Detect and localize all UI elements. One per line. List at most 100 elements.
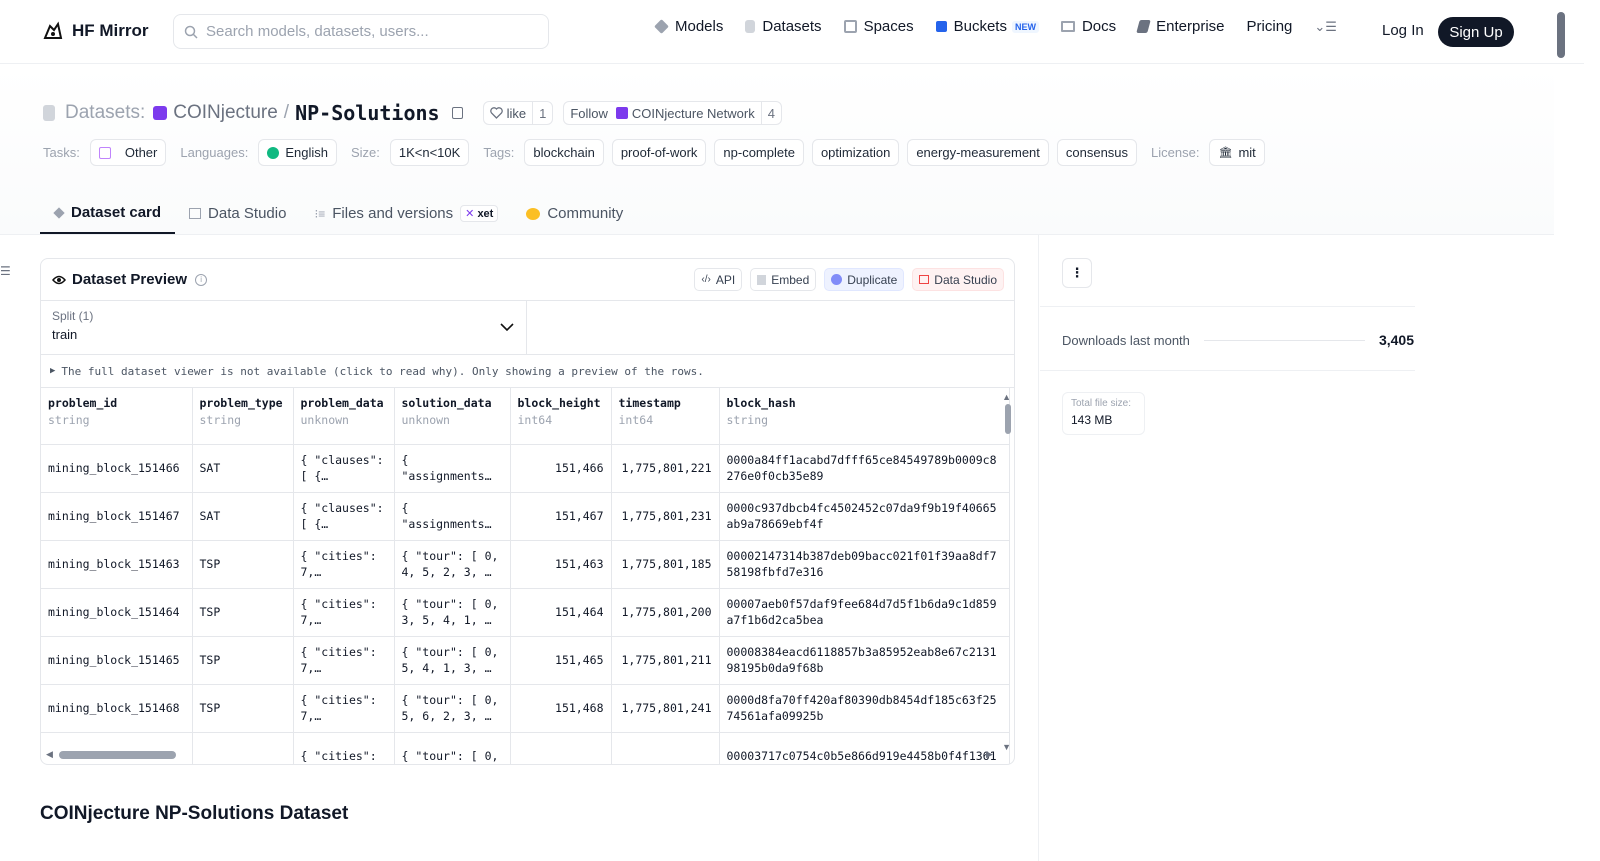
table-cell-block-hash[interactable]: 00002147314b387deb09bacc021f01f39aa8df7 … — [719, 540, 1010, 589]
table-cell-timestamp[interactable]: 1,775,801,241 — [611, 684, 720, 733]
like-button[interactable]: like 1 — [482, 101, 554, 125]
table-cell-solution-data[interactable]: { "tour": [ 0, 3, 5, 4, 1, … — [394, 588, 511, 637]
page-scrollbar[interactable] — [1554, 0, 1568, 861]
table-cell-problem-type[interactable]: TSP — [192, 636, 294, 685]
nav-buckets[interactable]: Buckets NEW — [935, 18, 1039, 35]
embed-button[interactable]: Embed — [750, 268, 817, 291]
tag-proof-of-work[interactable]: proof-of-work — [611, 139, 707, 166]
org-link[interactable]: COINjecture — [173, 102, 278, 124]
table-cell-problem-id[interactable]: mining_block_151467 — [41, 492, 193, 541]
column-header-problem-id[interactable]: problem_id string — [41, 388, 193, 445]
api-button[interactable]: ‹/› API — [694, 268, 743, 291]
table-cell-problem-type[interactable]: SAT — [192, 492, 294, 541]
table-cell-timestamp[interactable]: 1,775,801,211 — [611, 636, 720, 685]
data-studio-button[interactable]: Data Studio — [912, 268, 1004, 291]
table-cell-solution-data[interactable]: { "tour": [ 0, 4, 5, 2, 3, … — [394, 540, 511, 589]
search-input[interactable]: Search models, datasets, users... — [173, 14, 549, 49]
table-cell-problem-data[interactable]: { "cities": 7,… — [293, 540, 395, 589]
column-header-problem-data[interactable]: problem_data unknown — [293, 388, 395, 445]
duplicate-button[interactable]: Duplicate — [824, 268, 905, 291]
table-row[interactable]: mining_block_151465 TSP{ "cities": 7,…{ "… — [41, 636, 1010, 685]
table-cell-problem-id[interactable]: mining_block_151464 — [41, 588, 193, 637]
nav-models[interactable]: Models — [654, 18, 723, 35]
table-cell-timestamp[interactable]: 1,775,801,200 — [611, 588, 720, 637]
info-icon[interactable]: i — [195, 273, 208, 286]
split-select[interactable]: Split (1) train — [41, 301, 527, 354]
table-cell-block-hash[interactable]: 0000c937dbcb4fc4502452c07da9f9b19f40665 … — [719, 492, 1010, 541]
table-cell-problem-id[interactable]: mining_block_151466 — [41, 444, 193, 493]
table-cell-problem-id[interactable]: mining_block_151463 — [41, 540, 193, 589]
task-tag[interactable]: Other — [89, 139, 167, 166]
table-cell-block-height[interactable]: 151,468 — [510, 684, 612, 733]
table-row[interactable]: mining_block_151463 TSP{ "cities": 7,…{ "… — [41, 540, 1010, 589]
table-cell-block-hash[interactable]: 00008384eacd6118857b3a85952eab8e67c2131 … — [719, 636, 1010, 685]
tag-optimization[interactable]: optimization — [811, 139, 900, 166]
table-cell-block-height[interactable]: 151,465 — [510, 636, 612, 685]
column-header-problem-type[interactable]: problem_type string — [192, 388, 294, 445]
table-cell-problem-type[interactable]: TSP — [192, 684, 294, 733]
nav-more-menu[interactable]: ⌄☰ — [1314, 19, 1337, 35]
table-row[interactable]: mining_block_151464 TSP{ "cities": 7,…{ "… — [41, 588, 1010, 637]
table-cell-block-height[interactable]: 151,464 — [510, 588, 612, 637]
table-cell-block-height[interactable]: 151,463 — [510, 540, 612, 589]
column-header-timestamp[interactable]: timestamp int64 — [611, 388, 720, 445]
table-cell-problem-type[interactable]: SAT — [192, 444, 294, 493]
column-header-block-hash[interactable]: block_hash string — [719, 388, 1010, 445]
tag-consensus[interactable]: consensus — [1056, 139, 1138, 166]
follow-button[interactable]: Follow COINjecture Network 4 — [563, 101, 782, 125]
horizontal-scroll-thumb[interactable] — [59, 751, 176, 759]
table-cell-block-hash[interactable]: 0000d8fa70ff420af80390db8454df185c63f25 … — [719, 684, 1010, 733]
table-row[interactable]: mining_block_151468 TSP{ "cities": 7,…{ "… — [41, 684, 1010, 733]
table-cell-block-hash[interactable]: 0000a84ff1acabd7dfff65ce84549789b0009c8 … — [719, 444, 1010, 493]
signup-button[interactable]: Sign Up — [1438, 17, 1514, 47]
table-cell-block-hash[interactable]: 00007aeb0f57daf9fee684d7d5f1b6da9c1d859 … — [719, 588, 1010, 637]
column-header-solution-data[interactable]: solution_data unknown — [394, 388, 511, 445]
tab-data-studio[interactable]: Data Studio — [175, 193, 300, 234]
table-cell-solution-data[interactable]: { "tour": [ 0, 5, 4, 1, 3, … — [394, 636, 511, 685]
tag-np-complete[interactable]: np-complete — [714, 139, 804, 166]
copy-icon[interactable] — [451, 107, 463, 119]
nav-enterprise[interactable]: Enterprise — [1136, 18, 1225, 35]
table-cell-block-height[interactable]: 151,467 — [510, 492, 612, 541]
table-cell-problem-data[interactable]: { "clauses": [ {… — [293, 444, 395, 493]
nav-spaces[interactable]: Spaces — [843, 18, 914, 35]
language-tag[interactable]: English — [258, 139, 337, 166]
table-cell-problem-data[interactable]: { "cities": 7,… — [293, 636, 395, 685]
tab-community[interactable]: Community — [512, 193, 637, 234]
tab-files[interactable]: ⁝≡ Files and versions ✕ xet — [300, 193, 512, 234]
table-cell-timestamp[interactable]: 1,775,801,221 — [611, 444, 720, 493]
table-cell-solution-data[interactable]: { "tour": [ 0, 5, 6, 2, 3, … — [394, 684, 511, 733]
table-cell-solution-data[interactable]: { "assignments… — [394, 492, 511, 541]
tag-blockchain[interactable]: blockchain — [524, 139, 604, 166]
size-tag[interactable]: 1K<n<10K — [389, 139, 470, 166]
dataset-name[interactable]: NP-Solutions — [295, 101, 440, 125]
nav-pricing[interactable]: Pricing — [1247, 18, 1293, 35]
nav-datasets[interactable]: Datasets — [745, 18, 822, 35]
table-cell-problem-id[interactable]: mining_block_151465 — [41, 636, 193, 685]
login-link[interactable]: Log In — [1382, 22, 1424, 39]
table-cell-problem-id[interactable]: mining_block_151468 — [41, 684, 193, 733]
table-horizontal-scrollbar[interactable]: ◀ ▶ — [41, 746, 1001, 764]
table-vertical-scrollbar[interactable]: ▲ ▼ — [1002, 392, 1012, 752]
table-cell-problem-data[interactable]: { "clauses": [ {… — [293, 492, 395, 541]
tab-dataset-card[interactable]: Dataset card — [40, 193, 176, 234]
license-tag[interactable]: 🏛 mit — [1209, 139, 1265, 166]
more-options-button[interactable]: ⋮ — [1062, 258, 1092, 288]
toc-toggle-icon[interactable]: ☰ — [0, 264, 11, 278]
table-row[interactable]: mining_block_151466 SAT{ "clauses": [ {…{… — [41, 444, 1010, 493]
table-cell-timestamp[interactable]: 1,775,801,185 — [611, 540, 720, 589]
tag-energy-measurement[interactable]: energy-measurement — [907, 139, 1049, 166]
table-cell-timestamp[interactable]: 1,775,801,231 — [611, 492, 720, 541]
table-row[interactable]: mining_block_151467 SAT{ "clauses": [ {…{… — [41, 492, 1010, 541]
table-cell-block-height[interactable]: 151,466 — [510, 444, 612, 493]
table-cell-problem-data[interactable]: { "cities": 7,… — [293, 588, 395, 637]
table-cell-problem-type[interactable]: TSP — [192, 540, 294, 589]
brand-logo[interactable]: HF Mirror — [42, 20, 149, 42]
viewer-notice[interactable]: ▶ The full dataset viewer is not availab… — [41, 355, 1014, 388]
table-cell-problem-type[interactable]: TSP — [192, 588, 294, 637]
vertical-scroll-thumb[interactable] — [1005, 404, 1011, 434]
nav-docs[interactable]: Docs — [1060, 18, 1116, 35]
table-cell-problem-data[interactable]: { "cities": 7,… — [293, 684, 395, 733]
table-cell-solution-data[interactable]: { "assignments… — [394, 444, 511, 493]
column-header-block-height[interactable]: block_height int64 — [510, 388, 612, 445]
